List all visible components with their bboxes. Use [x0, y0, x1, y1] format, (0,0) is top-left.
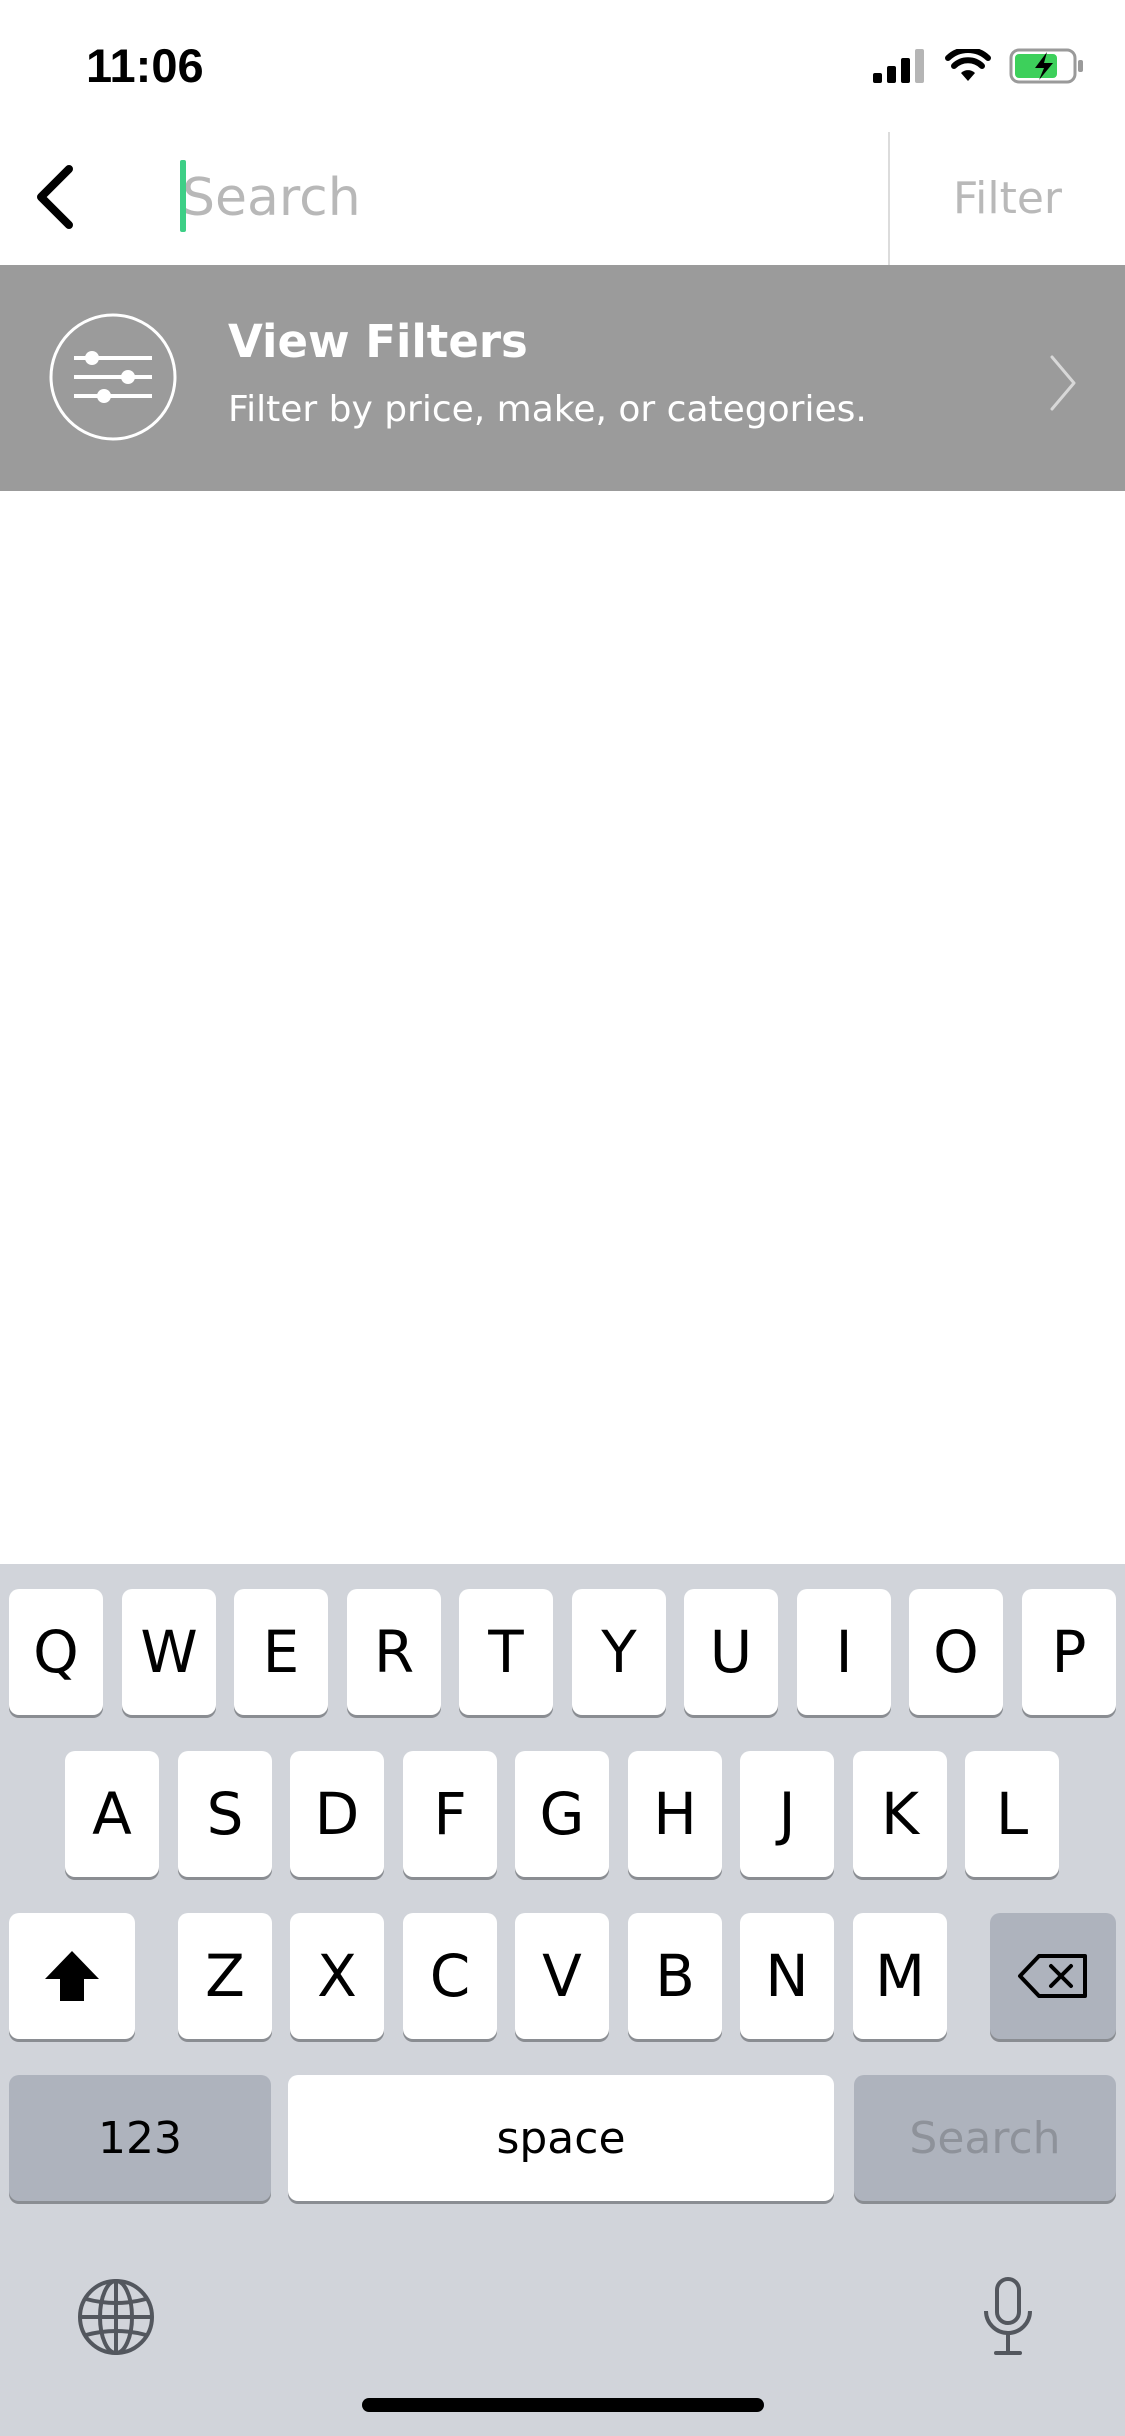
key-e[interactable]: E: [234, 1589, 328, 1715]
view-filters-title: View Filters: [228, 315, 528, 368]
search-key[interactable]: Search: [854, 2075, 1116, 2201]
search-header: Filter: [0, 132, 1125, 265]
globe-icon: [78, 2279, 154, 2355]
key-w[interactable]: W: [122, 1589, 216, 1715]
sliders-icon: [49, 313, 177, 441]
key-o[interactable]: O: [909, 1589, 1003, 1715]
key-i[interactable]: I: [797, 1589, 891, 1715]
shift-key[interactable]: [9, 1913, 135, 2039]
globe-button[interactable]: [76, 2277, 156, 2357]
key-r[interactable]: R: [347, 1589, 441, 1715]
key-f[interactable]: F: [403, 1751, 497, 1877]
text-cursor: [180, 160, 186, 232]
chevron-right-icon: [1050, 355, 1076, 411]
filter-button[interactable]: Filter: [890, 132, 1125, 265]
key-u[interactable]: U: [684, 1589, 778, 1715]
key-l[interactable]: L: [965, 1751, 1059, 1877]
signal-icon: [873, 49, 924, 83]
key-q[interactable]: Q: [9, 1589, 103, 1715]
microphone-icon: [984, 2277, 1032, 2355]
key-t[interactable]: T: [459, 1589, 553, 1715]
wifi-icon: [945, 49, 991, 81]
key-g[interactable]: G: [515, 1751, 609, 1877]
key-a[interactable]: A: [65, 1751, 159, 1877]
key-d[interactable]: D: [290, 1751, 384, 1877]
back-chevron-icon: [37, 165, 73, 229]
key-n[interactable]: N: [740, 1913, 834, 2039]
key-h[interactable]: H: [628, 1751, 722, 1877]
keyboard: Q W E R T Y U I O P A S D F G H J K L Z …: [0, 1564, 1125, 2436]
key-x[interactable]: X: [290, 1913, 384, 2039]
numbers-key[interactable]: 123: [9, 2075, 271, 2201]
results-area: [0, 491, 1125, 1564]
view-filters-subtitle: Filter by price, make, or categories.: [228, 389, 867, 430]
back-button[interactable]: [10, 152, 100, 242]
key-v[interactable]: V: [515, 1913, 609, 2039]
space-key[interactable]: space: [288, 2075, 834, 2201]
status-bar: 11:06: [0, 0, 1125, 132]
key-y[interactable]: Y: [572, 1589, 666, 1715]
delete-icon: [1018, 1954, 1087, 1998]
shift-icon: [45, 1951, 99, 2001]
microphone-button[interactable]: [980, 2277, 1036, 2357]
key-k[interactable]: K: [853, 1751, 947, 1877]
key-s[interactable]: S: [178, 1751, 272, 1877]
key-z[interactable]: Z: [178, 1913, 272, 2039]
delete-key[interactable]: [990, 1913, 1116, 2039]
key-m[interactable]: M: [853, 1913, 947, 2039]
status-icons: [873, 48, 1085, 84]
key-b[interactable]: B: [628, 1913, 722, 2039]
key-p[interactable]: P: [1022, 1589, 1116, 1715]
key-j[interactable]: J: [740, 1751, 834, 1877]
status-time: 11:06: [86, 39, 204, 92]
home-indicator[interactable]: [362, 2398, 764, 2412]
battery-charging-icon: [1009, 48, 1083, 84]
search-field-container: [180, 160, 882, 236]
key-c[interactable]: C: [403, 1913, 497, 2039]
view-filters-row[interactable]: View Filters Filter by price, make, or c…: [0, 265, 1125, 491]
search-input[interactable]: [180, 160, 882, 236]
